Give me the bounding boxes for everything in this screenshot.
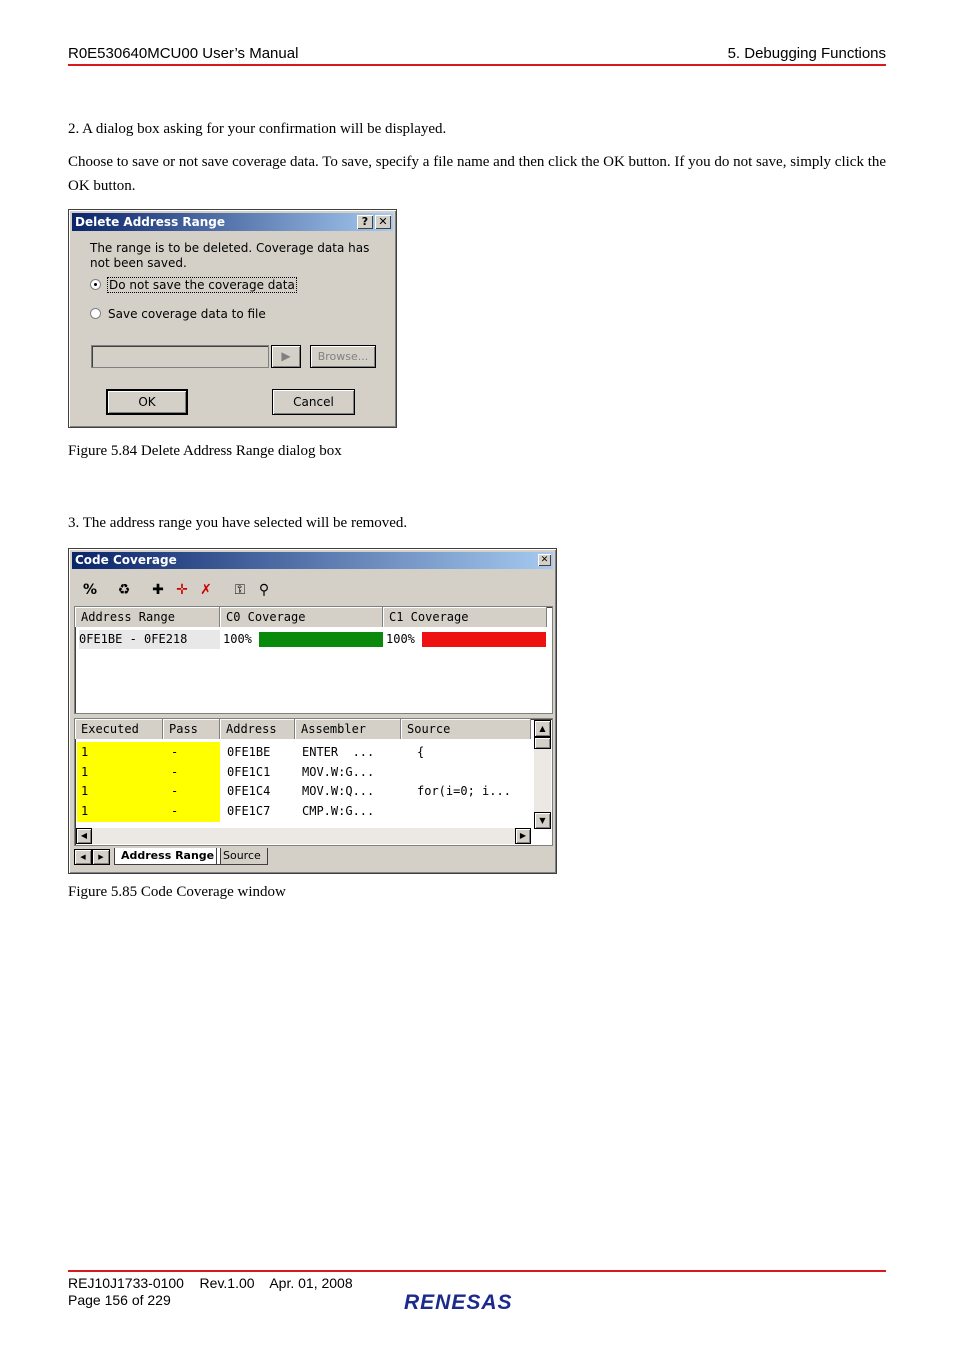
- radio-save-to-file[interactable]: [90, 308, 101, 319]
- step-3-text: 3. The address range you have selected w…: [68, 515, 408, 531]
- column-address-range[interactable]: Address Range: [75, 607, 220, 627]
- lock-icon[interactable]: ⚿: [230, 581, 250, 599]
- footer-date: Apr. 01, 2008: [269, 1275, 353, 1291]
- arrow-button[interactable]: ▶: [271, 345, 301, 368]
- column-c0-coverage[interactable]: C0 Coverage: [220, 607, 383, 627]
- executed-highlight: [77, 742, 220, 822]
- option-save-to-file-label[interactable]: Save coverage data to file: [108, 307, 266, 321]
- cancel-button[interactable]: Cancel: [272, 389, 355, 415]
- delete-range-icon[interactable]: ✗: [196, 581, 216, 599]
- row-pass-cell[interactable]: -: [171, 763, 178, 782]
- row-assembler-cell[interactable]: MOV.W:G...: [302, 763, 374, 782]
- scroll-down-button[interactable]: ▼: [534, 812, 551, 829]
- scroll-left-button[interactable]: ◀: [76, 828, 92, 844]
- row-assembler-cell[interactable]: MOV.W:Q...: [302, 782, 374, 801]
- delete-address-range-dialog: Delete Address Range ? ✕ The range is to…: [68, 209, 397, 428]
- radio-selected-dot: [94, 283, 97, 286]
- add-point-icon[interactable]: ✛: [172, 581, 192, 599]
- row-source-cell[interactable]: for(i=0; i...: [417, 782, 511, 801]
- row-executed-cell[interactable]: 1: [81, 782, 88, 801]
- scroll-right-button[interactable]: ▶: [515, 828, 531, 844]
- c0-coverage-bar: [259, 632, 383, 647]
- tab-source[interactable]: Source: [216, 848, 268, 865]
- horizontal-scrollbar[interactable]: ◀ ▶: [76, 828, 531, 844]
- coverage-title-bar: Code Coverage ✕: [72, 552, 553, 569]
- row-address-cell[interactable]: 0FE1C1: [227, 763, 270, 782]
- coverage-title: Code Coverage: [75, 553, 177, 567]
- figure-5-85-caption: Figure 5.85 Code Coverage window: [68, 884, 286, 900]
- percent-icon[interactable]: %: [80, 581, 100, 599]
- coverage-detail-list: Executed Pass Address Assembler Source 1…: [74, 718, 553, 846]
- row-pass-cell[interactable]: -: [171, 782, 178, 801]
- row-executed-cell[interactable]: 1: [81, 743, 88, 762]
- find-icon[interactable]: ⚲: [254, 581, 274, 599]
- c1-coverage-bar: [422, 632, 546, 647]
- tab-scroll-right-button[interactable]: ▶: [92, 849, 110, 865]
- header-rule: [68, 64, 886, 66]
- option-do-not-save-label[interactable]: Do not save the coverage data: [107, 277, 297, 293]
- footer-revision: Rev.1.00: [199, 1275, 255, 1291]
- column-c1-coverage[interactable]: C1 Coverage: [383, 607, 547, 627]
- help-button[interactable]: ?: [357, 215, 373, 229]
- row-source-cell[interactable]: {: [417, 743, 424, 762]
- add-range-icon[interactable]: ✚: [148, 581, 168, 599]
- column-assembler[interactable]: Assembler: [295, 719, 401, 739]
- scroll-thumb[interactable]: [534, 737, 551, 749]
- figure-5-84-caption: Figure 5.84 Delete Address Range dialog …: [68, 443, 342, 459]
- close-button[interactable]: ✕: [375, 215, 391, 229]
- c1-percent: 100%: [386, 632, 415, 646]
- coverage-toolbar: % ♻ ✚ ✛ ✗ ⚿ ⚲: [74, 581, 274, 603]
- footer-rule: [68, 1270, 886, 1272]
- row-executed-cell[interactable]: 1: [81, 763, 88, 782]
- tab-address-range[interactable]: Address Range: [114, 848, 222, 865]
- filename-input[interactable]: [91, 345, 269, 368]
- column-address[interactable]: Address: [220, 719, 295, 739]
- footer-doc-line: REJ10J1733-0100 Rev.1.00 Apr. 01, 2008: [68, 1275, 353, 1292]
- row-pass-cell[interactable]: -: [171, 743, 178, 762]
- range-cell[interactable]: 0FE1BE - 0FE218: [79, 630, 220, 649]
- row-address-cell[interactable]: 0FE1BE: [227, 743, 270, 762]
- dialog-message: The range is to be deleted. Coverage dat…: [90, 241, 370, 270]
- row-pass-cell[interactable]: -: [171, 802, 178, 821]
- c0-percent: 100%: [223, 632, 252, 646]
- dialog-title: Delete Address Range: [75, 215, 225, 229]
- footer-doc-number: REJ10J1733-0100: [68, 1275, 184, 1291]
- step-2-detail: Choose to save or not save coverage data…: [68, 154, 887, 194]
- renesas-logo: RENESAS: [404, 1291, 513, 1314]
- column-pass[interactable]: Pass: [163, 719, 220, 739]
- address-range-list: Address Range C0 Coverage C1 Coverage 0F…: [74, 606, 553, 714]
- vertical-scrollbar[interactable]: ▲ ▼: [534, 720, 551, 829]
- step-2-text: 2. A dialog box asking for your confirma…: [68, 121, 447, 137]
- code-coverage-window: Code Coverage ✕ % ♻ ✚ ✛ ✗ ⚿ ⚲ Address Ra…: [68, 548, 557, 874]
- row-assembler-cell[interactable]: CMP.W:G...: [302, 802, 374, 821]
- tab-bar: ◀ ▶ Address Range Source: [74, 848, 553, 866]
- tab-scroll-left-button[interactable]: ◀: [74, 849, 92, 865]
- footer-page-number: Page 156 of 229: [68, 1292, 171, 1308]
- ok-button[interactable]: OK: [106, 389, 188, 415]
- refresh-icon[interactable]: ♻: [114, 581, 134, 599]
- column-executed[interactable]: Executed: [75, 719, 163, 739]
- row-address-cell[interactable]: 0FE1C4: [227, 782, 270, 801]
- browse-button[interactable]: Browse...: [310, 345, 376, 368]
- scroll-up-button[interactable]: ▲: [534, 720, 551, 737]
- dialog-title-bar: Delete Address Range ? ✕: [72, 213, 393, 231]
- radio-do-not-save[interactable]: [90, 279, 101, 290]
- row-executed-cell[interactable]: 1: [81, 802, 88, 821]
- coverage-close-button[interactable]: ✕: [538, 554, 551, 566]
- header-section-title: 5. Debugging Functions: [727, 45, 886, 62]
- row-address-cell[interactable]: 0FE1C7: [227, 802, 270, 821]
- column-source[interactable]: Source: [401, 719, 531, 739]
- row-assembler-cell[interactable]: ENTER ...: [302, 743, 374, 762]
- header-manual-title: R0E530640MCU00 User’s Manual: [68, 45, 299, 62]
